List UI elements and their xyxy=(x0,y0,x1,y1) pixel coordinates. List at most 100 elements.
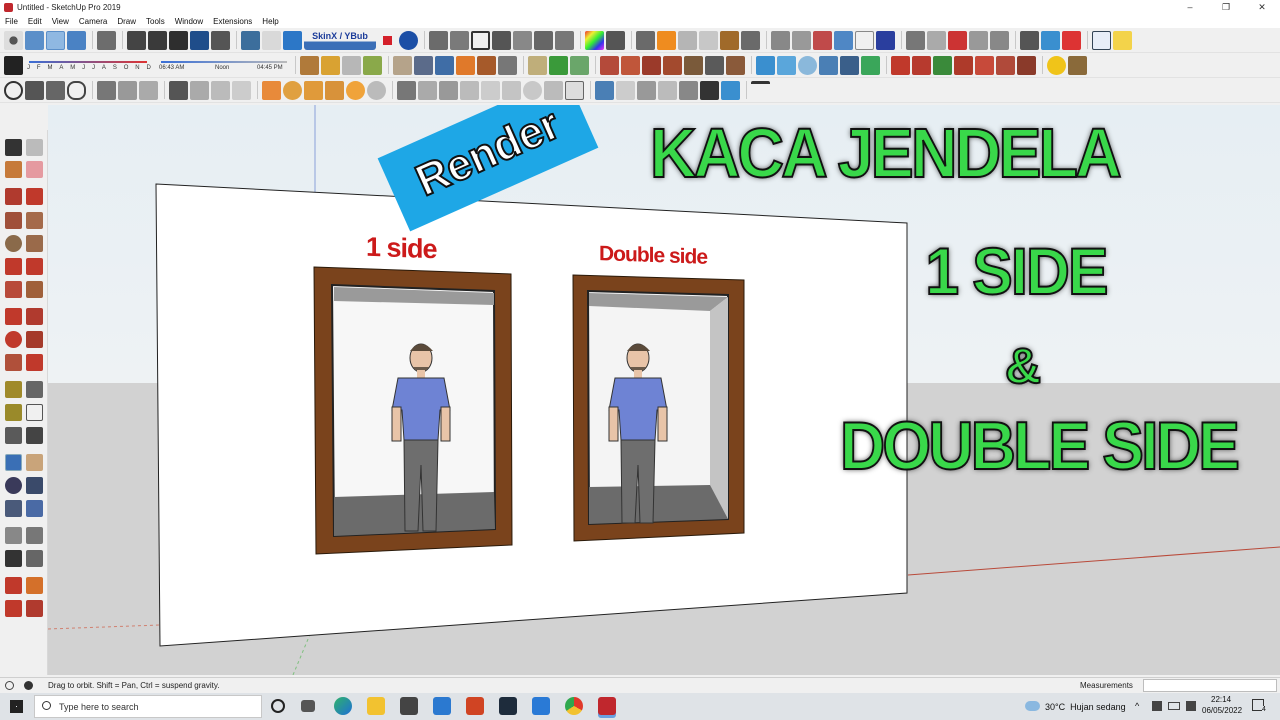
walk-tool-icon[interactable] xyxy=(5,550,22,567)
proxy-icon[interactable] xyxy=(418,80,437,100)
smoove-icon[interactable] xyxy=(792,30,811,50)
textured-style-icon[interactable] xyxy=(190,30,209,50)
pie-tool-icon[interactable] xyxy=(26,281,43,298)
wrench-icon[interactable] xyxy=(1068,55,1087,75)
ball-icon[interactable] xyxy=(523,80,542,100)
printer-icon[interactable] xyxy=(555,30,574,50)
solid-trim-icon[interactable] xyxy=(642,55,661,75)
sweep-icon[interactable] xyxy=(477,55,496,75)
layer-icon[interactable] xyxy=(990,30,1009,50)
wall-panel[interactable] xyxy=(155,183,908,647)
wireframe-style-icon[interactable] xyxy=(127,30,146,50)
paint-icon[interactable] xyxy=(262,30,281,50)
check-circle-icon[interactable] xyxy=(4,80,23,100)
material-5-icon[interactable] xyxy=(679,80,698,100)
push-pull-icon[interactable] xyxy=(414,55,433,75)
menu-help[interactable]: Help xyxy=(257,17,283,26)
text-tool-icon[interactable] xyxy=(855,30,874,50)
chrome-icon[interactable] xyxy=(565,697,583,715)
sketchup-taskbar-icon[interactable] xyxy=(598,697,616,715)
menu-camera[interactable]: Camera xyxy=(74,17,112,26)
skinx-ybub-button[interactable]: SkinX / YBub xyxy=(304,30,376,50)
zoom-tool-icon[interactable] xyxy=(5,477,22,494)
zoom-extents-2-icon[interactable] xyxy=(5,500,22,517)
xray-icon[interactable] xyxy=(97,30,116,50)
menu-window[interactable]: Window xyxy=(170,17,208,26)
solid-split-icon[interactable] xyxy=(684,55,703,75)
shape-icon[interactable] xyxy=(1020,30,1039,50)
fur-icon[interactable] xyxy=(544,80,563,100)
zoom-window-icon[interactable] xyxy=(26,477,43,494)
flatten-icon[interactable] xyxy=(498,55,517,75)
drape-icon[interactable] xyxy=(549,55,568,75)
component-icon[interactable] xyxy=(241,30,260,50)
pyramid-icon[interactable] xyxy=(300,55,319,75)
stop-animation-icon[interactable] xyxy=(678,30,697,50)
transfer-icon[interactable] xyxy=(741,30,760,50)
3d-text-icon[interactable] xyxy=(26,427,43,444)
section-fill-icon[interactable] xyxy=(834,30,853,50)
polygon-tool-icon[interactable] xyxy=(26,235,43,252)
battery-tray-icon[interactable] xyxy=(1168,702,1180,710)
extension-icon[interactable] xyxy=(534,30,553,50)
material-2-icon[interactable] xyxy=(616,80,635,100)
hidden-line-style-icon[interactable] xyxy=(148,30,167,50)
curviloft-icon[interactable] xyxy=(933,55,952,75)
windows-start-icon[interactable] xyxy=(10,700,23,713)
orbit-icon[interactable] xyxy=(4,30,23,50)
omni-light-icon[interactable] xyxy=(262,80,281,100)
hex-icon[interactable] xyxy=(363,55,382,75)
cloud-icon[interactable] xyxy=(67,80,86,100)
eraser-tool-icon[interactable] xyxy=(4,55,23,75)
teapot-icon[interactable] xyxy=(25,80,44,100)
color-picker-icon[interactable] xyxy=(585,30,604,50)
curve-icon[interactable] xyxy=(948,30,967,50)
dome-light-icon[interactable] xyxy=(367,80,386,100)
animation-icon[interactable] xyxy=(636,30,655,50)
frame-buffer-icon[interactable] xyxy=(118,80,137,100)
solid-subtract-icon[interactable] xyxy=(621,55,640,75)
close-button[interactable]: ✕ xyxy=(1244,0,1280,14)
hide-icon[interactable] xyxy=(906,30,925,50)
user-group-icon[interactable] xyxy=(492,30,511,50)
move-tool-icon[interactable] xyxy=(5,308,22,325)
scissors-icon[interactable] xyxy=(606,30,625,50)
orbit-tool-icon[interactable] xyxy=(5,454,22,471)
orange-tool-icon[interactable] xyxy=(456,55,475,75)
paint-bucket-icon[interactable] xyxy=(435,55,454,75)
push-pull-tool-icon[interactable] xyxy=(26,308,43,325)
clock-time[interactable]: 22:14 xyxy=(1211,695,1231,704)
eraser-icon[interactable] xyxy=(927,30,946,50)
photos-app-icon[interactable] xyxy=(532,697,550,715)
rewind-icon[interactable] xyxy=(699,30,718,50)
loft-icon[interactable] xyxy=(570,55,589,75)
position-camera-icon[interactable] xyxy=(5,527,22,544)
ies-light-icon[interactable] xyxy=(325,80,344,100)
geo-location-icon[interactable] xyxy=(5,681,14,690)
lamp-icon[interactable] xyxy=(139,80,158,100)
store-icon[interactable] xyxy=(400,697,418,715)
line-tool-icon[interactable] xyxy=(5,188,22,205)
render-cursor-icon[interactable] xyxy=(565,80,584,100)
edge-icon[interactable] xyxy=(334,697,352,715)
clock-date[interactable]: 06/05/2022 xyxy=(1202,706,1242,715)
outer-shell-icon[interactable] xyxy=(705,55,724,75)
tray-chevron-icon[interactable]: ^ xyxy=(1135,701,1139,711)
plane-icon[interactable] xyxy=(439,80,458,100)
tools-on-surface-icon[interactable] xyxy=(1017,55,1036,75)
material-4-icon[interactable] xyxy=(658,80,677,100)
arc-tool-2-icon[interactable] xyxy=(5,258,22,275)
media-app-icon[interactable] xyxy=(499,697,517,715)
eraser-tool-2-icon[interactable] xyxy=(26,161,43,178)
joint-push-pull-icon[interactable] xyxy=(912,55,931,75)
taskbar-search-box[interactable]: Type here to search xyxy=(34,695,262,718)
sphere-icon[interactable] xyxy=(798,55,817,75)
protractor-icon[interactable] xyxy=(5,404,22,421)
extension-tool-3-icon[interactable] xyxy=(5,600,22,617)
fredoscale-icon[interactable] xyxy=(954,55,973,75)
extension-tool-4-icon[interactable] xyxy=(26,600,43,617)
wood-box-icon[interactable] xyxy=(321,55,340,75)
front-view-icon[interactable] xyxy=(67,30,86,50)
freehand-tool-icon[interactable] xyxy=(26,188,43,205)
section-plane-icon[interactable] xyxy=(813,30,832,50)
